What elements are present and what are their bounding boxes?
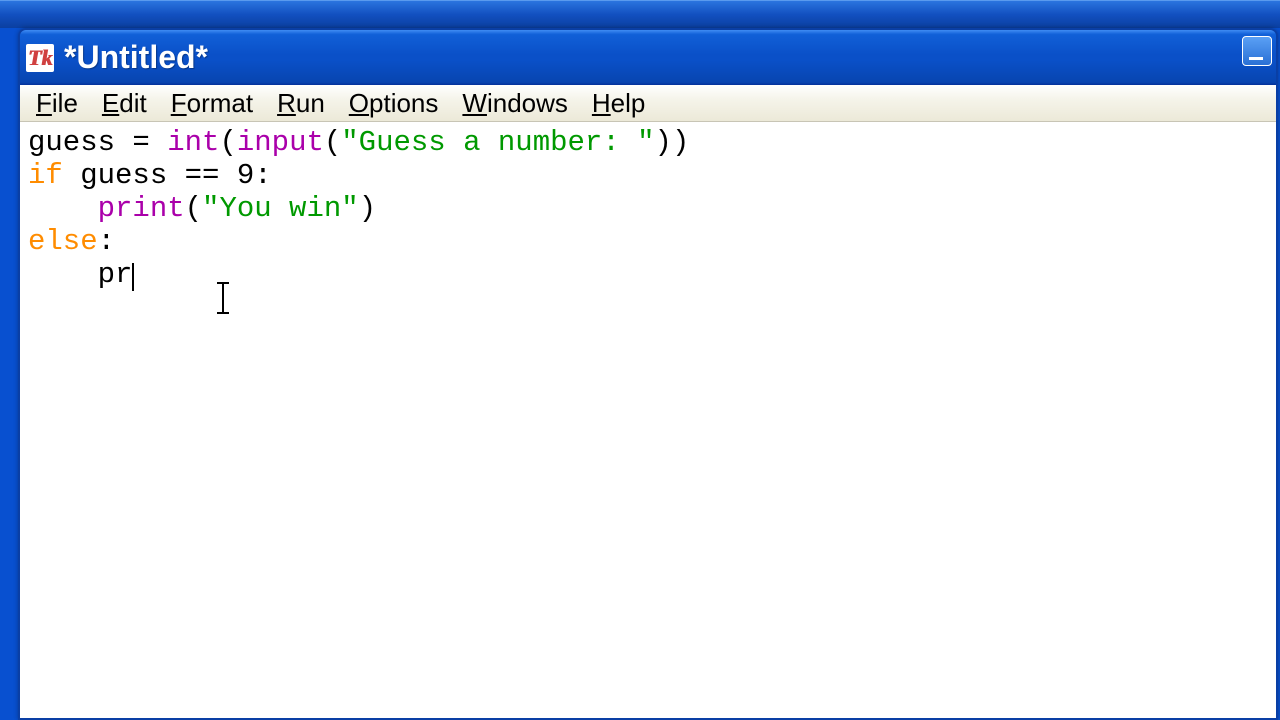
code-token: : <box>98 225 115 258</box>
code-editor[interactable]: guess = int(input("Guess a number: ")) i… <box>20 122 1276 718</box>
titlebar[interactable]: Tk *Untitled* <box>20 30 1276 85</box>
window-title: *Untitled* <box>64 39 208 76</box>
code-indent <box>28 258 98 291</box>
code-token: )) <box>655 126 690 159</box>
minimize-button[interactable] <box>1242 36 1272 66</box>
menu-options[interactable]: Options <box>337 86 451 121</box>
menubar: File Edit Format Run Options Windows Hel… <box>20 85 1276 122</box>
code-token-builtin: print <box>98 192 185 225</box>
code-token-partial: pr <box>98 258 133 291</box>
code-token: ( <box>219 126 236 159</box>
code-token: guess == 9: <box>63 159 272 192</box>
menu-format[interactable]: Format <box>159 86 265 121</box>
menu-windows[interactable]: Windows <box>450 86 579 121</box>
text-caret <box>132 263 134 291</box>
desktop-background-strip <box>0 0 1280 28</box>
code-token-string: "You win" <box>202 192 359 225</box>
ibeam-cursor-icon <box>222 282 224 314</box>
tk-icon: Tk <box>26 44 54 72</box>
code-indent <box>28 192 98 225</box>
code-token: ( <box>324 126 341 159</box>
code-token-keyword: if <box>28 159 63 192</box>
menu-help[interactable]: Help <box>580 86 657 121</box>
code-token-keyword: else <box>28 225 98 258</box>
code-token: guess = <box>28 126 167 159</box>
menu-run[interactable]: Run <box>265 86 337 121</box>
code-token-builtin: input <box>237 126 324 159</box>
code-token: ) <box>359 192 376 225</box>
idle-window: Tk *Untitled* File Edit Format Run Optio… <box>18 28 1278 720</box>
code-token-string: "Guess a number: " <box>341 126 654 159</box>
menu-edit[interactable]: Edit <box>90 86 159 121</box>
minimize-icon <box>1249 57 1263 60</box>
code-token-builtin: int <box>167 126 219 159</box>
code-token: ( <box>185 192 202 225</box>
menu-file[interactable]: File <box>24 86 90 121</box>
